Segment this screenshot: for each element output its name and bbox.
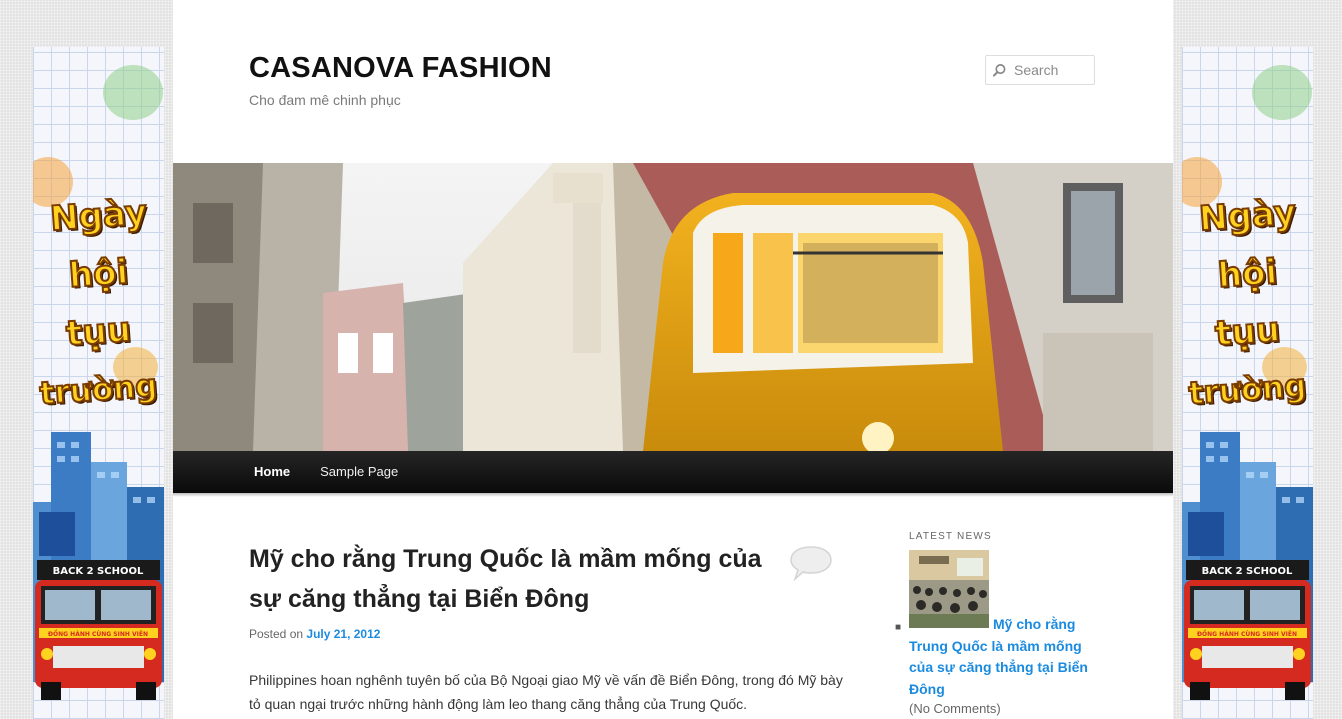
banner-word: Ngày xyxy=(1197,192,1298,241)
right-side-banner[interactable]: Ngày hội tụu trường BACK 2 SCHOOL ĐỒNG H… xyxy=(1182,47,1313,719)
latest-news-link[interactable]: Mỹ cho rằng Trung Quốc là mầm mống của s… xyxy=(909,614,1089,700)
banner-word: trường xyxy=(1187,367,1309,413)
search-icon xyxy=(993,64,1006,77)
banner-word: Ngày xyxy=(48,192,149,241)
post-title[interactable]: Mỹ cho rằng Trung Quốc là mầm mống của s… xyxy=(249,539,769,619)
banner-word: tụu xyxy=(1213,309,1282,355)
search-form[interactable] xyxy=(985,55,1095,85)
bus-slogan: ĐỒNG HÀNH CÙNG SINH VIÊN xyxy=(1197,629,1297,638)
nav-shadow xyxy=(173,493,1173,497)
search-input[interactable] xyxy=(1012,61,1094,79)
site-title[interactable]: CASANOVA FASHION xyxy=(249,52,552,85)
post-excerpt: Philippines hoan nghênh tuyên bố của Bộ … xyxy=(249,672,843,712)
latest-news-comments: (No Comments) xyxy=(909,701,1001,716)
nav-item-sample-page[interactable]: Sample Page xyxy=(305,451,413,493)
banner-word: tụu xyxy=(64,309,133,355)
school-bus-illustration: BACK 2 SCHOOL ĐỒNG HÀNH CÙNG SINH VIÊN xyxy=(33,432,164,700)
school-bus-illustration: BACK 2 SCHOOL ĐỒNG HÀNH CÙNG SINH VIÊN xyxy=(1182,432,1313,700)
banner-word: hội xyxy=(1216,251,1280,297)
left-side-banner[interactable]: Ngày hội tụu trường BACK 2 SCHOOL ĐỒNG H… xyxy=(33,47,164,719)
posted-on-label: Posted on xyxy=(249,627,304,641)
banner-word: hội xyxy=(67,251,131,297)
banner-headline: Ngày hội tụu trường xyxy=(33,187,164,419)
site-description: Cho đam mê chinh phục xyxy=(249,92,401,108)
paint-splash xyxy=(103,65,163,120)
widget-title-latest-news: LATEST NEWS xyxy=(909,531,992,542)
header-image xyxy=(173,163,1173,451)
banner-headline: Ngày hội tụu trường xyxy=(1182,187,1313,419)
list-bullet: ■ xyxy=(895,622,902,633)
post-meta: Posted on July 21, 2012 xyxy=(249,627,380,641)
bus-slogan: ĐỒNG HÀNH CÙNG SINH VIÊN xyxy=(48,629,148,638)
post-date-link[interactable]: July 21, 2012 xyxy=(306,627,380,641)
main-page: CASANOVA FASHION Cho đam mê chinh phục S… xyxy=(173,0,1173,719)
main-navigation: Home Sample Page xyxy=(173,451,1173,493)
paint-splash xyxy=(1252,65,1312,120)
back-to-school-sign: BACK 2 SCHOOL xyxy=(1202,566,1293,577)
back-to-school-sign: BACK 2 SCHOOL xyxy=(53,566,144,577)
banner-word: trường xyxy=(38,367,160,413)
comment-bubble-icon[interactable] xyxy=(789,545,833,581)
nav-item-home[interactable]: Home xyxy=(239,451,305,493)
